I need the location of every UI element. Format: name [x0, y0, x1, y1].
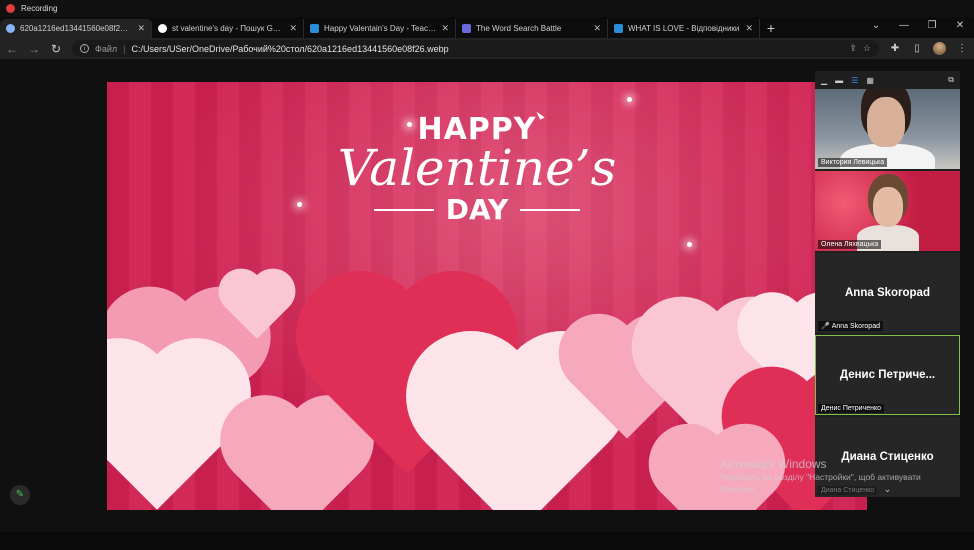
close-tab-icon[interactable]: ✕	[289, 23, 297, 34]
recording-indicator: Recording	[0, 0, 974, 17]
title-day-row: DAY	[327, 193, 627, 226]
taskbar-strip	[0, 532, 974, 550]
browser-tab[interactable]: st valentine's day - Пошук Goog ✕	[152, 19, 304, 38]
browser-tab[interactable]: WHAT IS LOVE - Відповідники ✕	[608, 19, 760, 38]
recording-label: Recording	[21, 4, 58, 13]
chevron-down-icon[interactable]: ⌄	[862, 17, 890, 35]
decorative-line	[520, 208, 581, 211]
tab-title: st valentine's day - Пошук Goog	[172, 24, 285, 33]
tab-title: The Word Search Battle	[476, 24, 562, 33]
menu-icon[interactable]: ⋮	[956, 43, 968, 54]
popout-icon[interactable]: ⧉	[948, 75, 954, 85]
browser-tab[interactable]: The Word Search Battle ✕	[456, 19, 608, 38]
greeting-title: HAPPY Valentine’s DAY	[327, 112, 627, 226]
globe-icon	[6, 24, 15, 33]
sparkle	[627, 97, 632, 102]
wordwall-icon	[310, 24, 319, 33]
windows-activation-watermark: Активація Windows Перейдіть до розділу "…	[720, 457, 970, 495]
record-icon	[6, 4, 15, 13]
muted-mic-icon: 🎤	[821, 323, 830, 330]
participant-name: Виктория Левицька	[818, 158, 888, 167]
browser-toolbar: ← → ↻ i Файл | C:/Users/USer/OneDrive/Ра…	[0, 38, 974, 59]
close-tab-icon[interactable]: ✕	[137, 23, 145, 34]
browser-tab[interactable]: Happy Valentain's Day - Teaching ✕	[304, 19, 456, 38]
thumbnail-view-icon[interactable]: ▬	[835, 76, 843, 85]
participant-display-name: Денис Петриче...	[839, 369, 936, 381]
participant-name: Денис Петриченко	[818, 404, 884, 413]
participant-name-tile[interactable]: Денис Петриче... Денис Петриченко	[815, 335, 960, 415]
close-window-icon[interactable]: ✕	[946, 17, 974, 35]
profile-avatar[interactable]	[933, 42, 946, 55]
watermark-text: Перейдіть до розділу "Настройки", щоб ак…	[720, 472, 921, 482]
participant-name: Олена Ляхвацька	[818, 240, 882, 249]
participant-caption: 🎤 Anna Skoropad	[818, 321, 883, 331]
reload-icon[interactable]: ↻	[50, 42, 62, 56]
close-tab-icon[interactable]: ✕	[745, 23, 753, 34]
participant-video	[867, 97, 905, 147]
browser-tab-strip: 620a1216ed13441560e08f26.we ✕ st valenti…	[0, 17, 974, 38]
participant-video-tile[interactable]: Олена Ляхвацька	[815, 171, 960, 251]
speaker-view-icon[interactable]: ☰	[851, 76, 858, 85]
gallery-view-icon[interactable]: ▦	[866, 76, 874, 85]
forward-icon[interactable]: →	[28, 42, 40, 56]
title-day: DAY	[445, 193, 509, 226]
participant-video	[873, 187, 903, 227]
address-separator: |	[123, 43, 126, 54]
tab-title: 620a1216ed13441560e08f26.we	[20, 24, 133, 33]
puzzle-icon	[462, 24, 471, 33]
minimize-icon[interactable]: —	[890, 17, 918, 35]
side-panel-icon[interactable]: ▯	[911, 43, 923, 54]
close-tab-icon[interactable]: ✕	[593, 23, 601, 34]
protocol-label: Файл	[95, 43, 118, 54]
panel-toolbar: ▁ ▬ ☰ ▦ ⧉	[815, 71, 960, 89]
valentines-image: HAPPY Valentine’s DAY	[107, 82, 867, 510]
browser-tab[interactable]: 620a1216ed13441560e08f26.we ✕	[0, 19, 152, 38]
close-tab-icon[interactable]: ✕	[441, 23, 449, 34]
new-tab-button[interactable]: +	[760, 19, 782, 38]
title-valentines: Valentine’s	[337, 139, 617, 197]
participants-panel: ▁ ▬ ☰ ▦ ⧉ Виктория Левицька Олена Ляхвац…	[815, 71, 960, 497]
info-icon[interactable]: i	[80, 44, 89, 53]
annotate-pen-icon[interactable]: ✎	[10, 485, 30, 505]
maximize-icon[interactable]: ❐	[918, 17, 946, 35]
watermark-title: Активація Windows	[720, 457, 827, 471]
participant-name-tile[interactable]: Anna Skoropad 🎤 Anna Skoropad	[815, 253, 960, 333]
tab-title: Happy Valentain's Day - Teaching	[324, 24, 437, 33]
sparkle	[297, 202, 302, 207]
extensions-icon[interactable]: ✚	[889, 43, 901, 54]
bookmark-star-icon[interactable]: ☆	[863, 43, 871, 54]
wordwall-icon	[614, 24, 623, 33]
participant-video-tile[interactable]: Виктория Левицька	[815, 89, 960, 169]
participant-name: Anna Skoropad	[831, 323, 880, 330]
tab-title: WHAT IS LOVE - Відповідники	[628, 24, 740, 33]
window-controls: ⌄ — ❐ ✕	[862, 17, 974, 35]
google-icon	[158, 24, 167, 33]
minimize-panel-icon[interactable]: ▁	[821, 76, 827, 85]
sparkle	[687, 242, 692, 247]
decorative-line	[373, 208, 434, 211]
address-bar[interactable]: i Файл | C:/Users/USer/OneDrive/Рабочий%…	[72, 40, 879, 57]
url-text[interactable]: C:/Users/USer/OneDrive/Рабочий%20стол/62…	[131, 44, 843, 54]
watermark-text: Windows.	[720, 484, 757, 494]
share-icon[interactable]: ⇪	[849, 43, 857, 54]
back-icon[interactable]: ←	[6, 42, 18, 56]
